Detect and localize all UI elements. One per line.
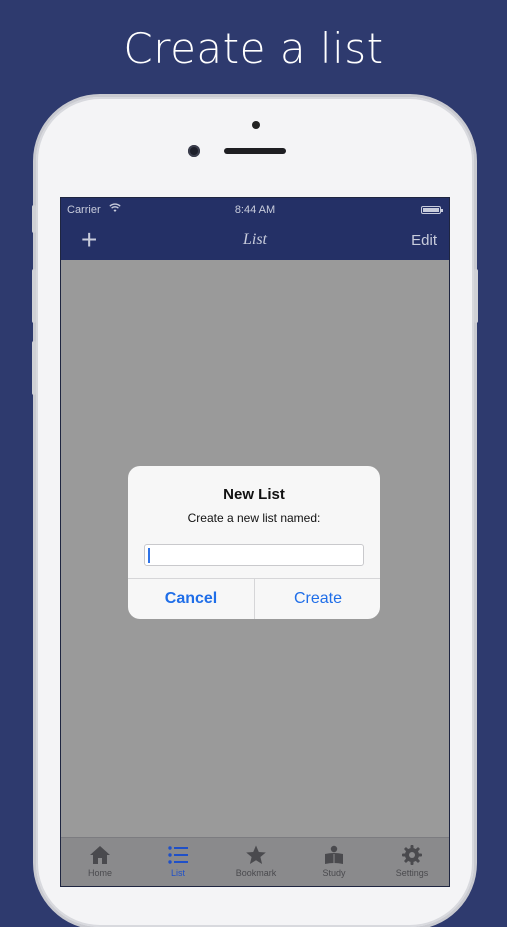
cancel-button[interactable]: Cancel — [128, 579, 254, 619]
front-camera — [188, 145, 200, 157]
power-button — [474, 269, 478, 323]
battery-icon — [421, 206, 443, 214]
dialog-title: New List — [223, 486, 285, 503]
earpiece-speaker — [224, 148, 286, 154]
new-list-dialog: New List Create a new list named: Cancel… — [128, 466, 380, 619]
create-button[interactable]: Create — [255, 579, 380, 619]
tab-home-label: Home — [87, 868, 112, 878]
tab-settings-label: Settings — [395, 868, 429, 878]
list-name-input[interactable] — [144, 544, 364, 566]
tab-study-label: Study — [322, 868, 346, 878]
tab-settings[interactable]: Settings — [373, 838, 449, 886]
tab-bookmark[interactable]: Bookmark — [217, 838, 295, 886]
gear-icon — [402, 845, 422, 865]
tab-bar: Home List Bookmark Study Settings — [61, 837, 449, 886]
navigation-bar: + List Edit — [61, 222, 449, 260]
star-icon — [246, 845, 266, 864]
tab-home[interactable]: Home — [61, 838, 139, 886]
status-bar: Carrier 8:44 AM — [61, 198, 449, 222]
tab-list[interactable]: List — [139, 838, 217, 886]
tab-study[interactable]: Study — [295, 838, 373, 886]
list-icon — [168, 846, 188, 864]
volume-down-button — [32, 341, 36, 395]
study-icon — [325, 845, 343, 864]
volume-up-button — [32, 269, 36, 323]
tab-list-label: List — [170, 868, 185, 878]
status-time: 8:44 AM — [234, 204, 276, 216]
dialog-message: Create a new list named: — [187, 511, 321, 525]
page-title: List — [242, 231, 267, 248]
home-icon — [90, 846, 110, 864]
tab-bookmark-label: Bookmark — [235, 868, 277, 878]
promo-headline: Create a list — [123, 24, 384, 73]
edit-button[interactable]: Edit — [411, 232, 437, 249]
proximity-sensor — [252, 121, 260, 129]
text-cursor — [148, 548, 150, 563]
mute-switch — [32, 205, 36, 233]
